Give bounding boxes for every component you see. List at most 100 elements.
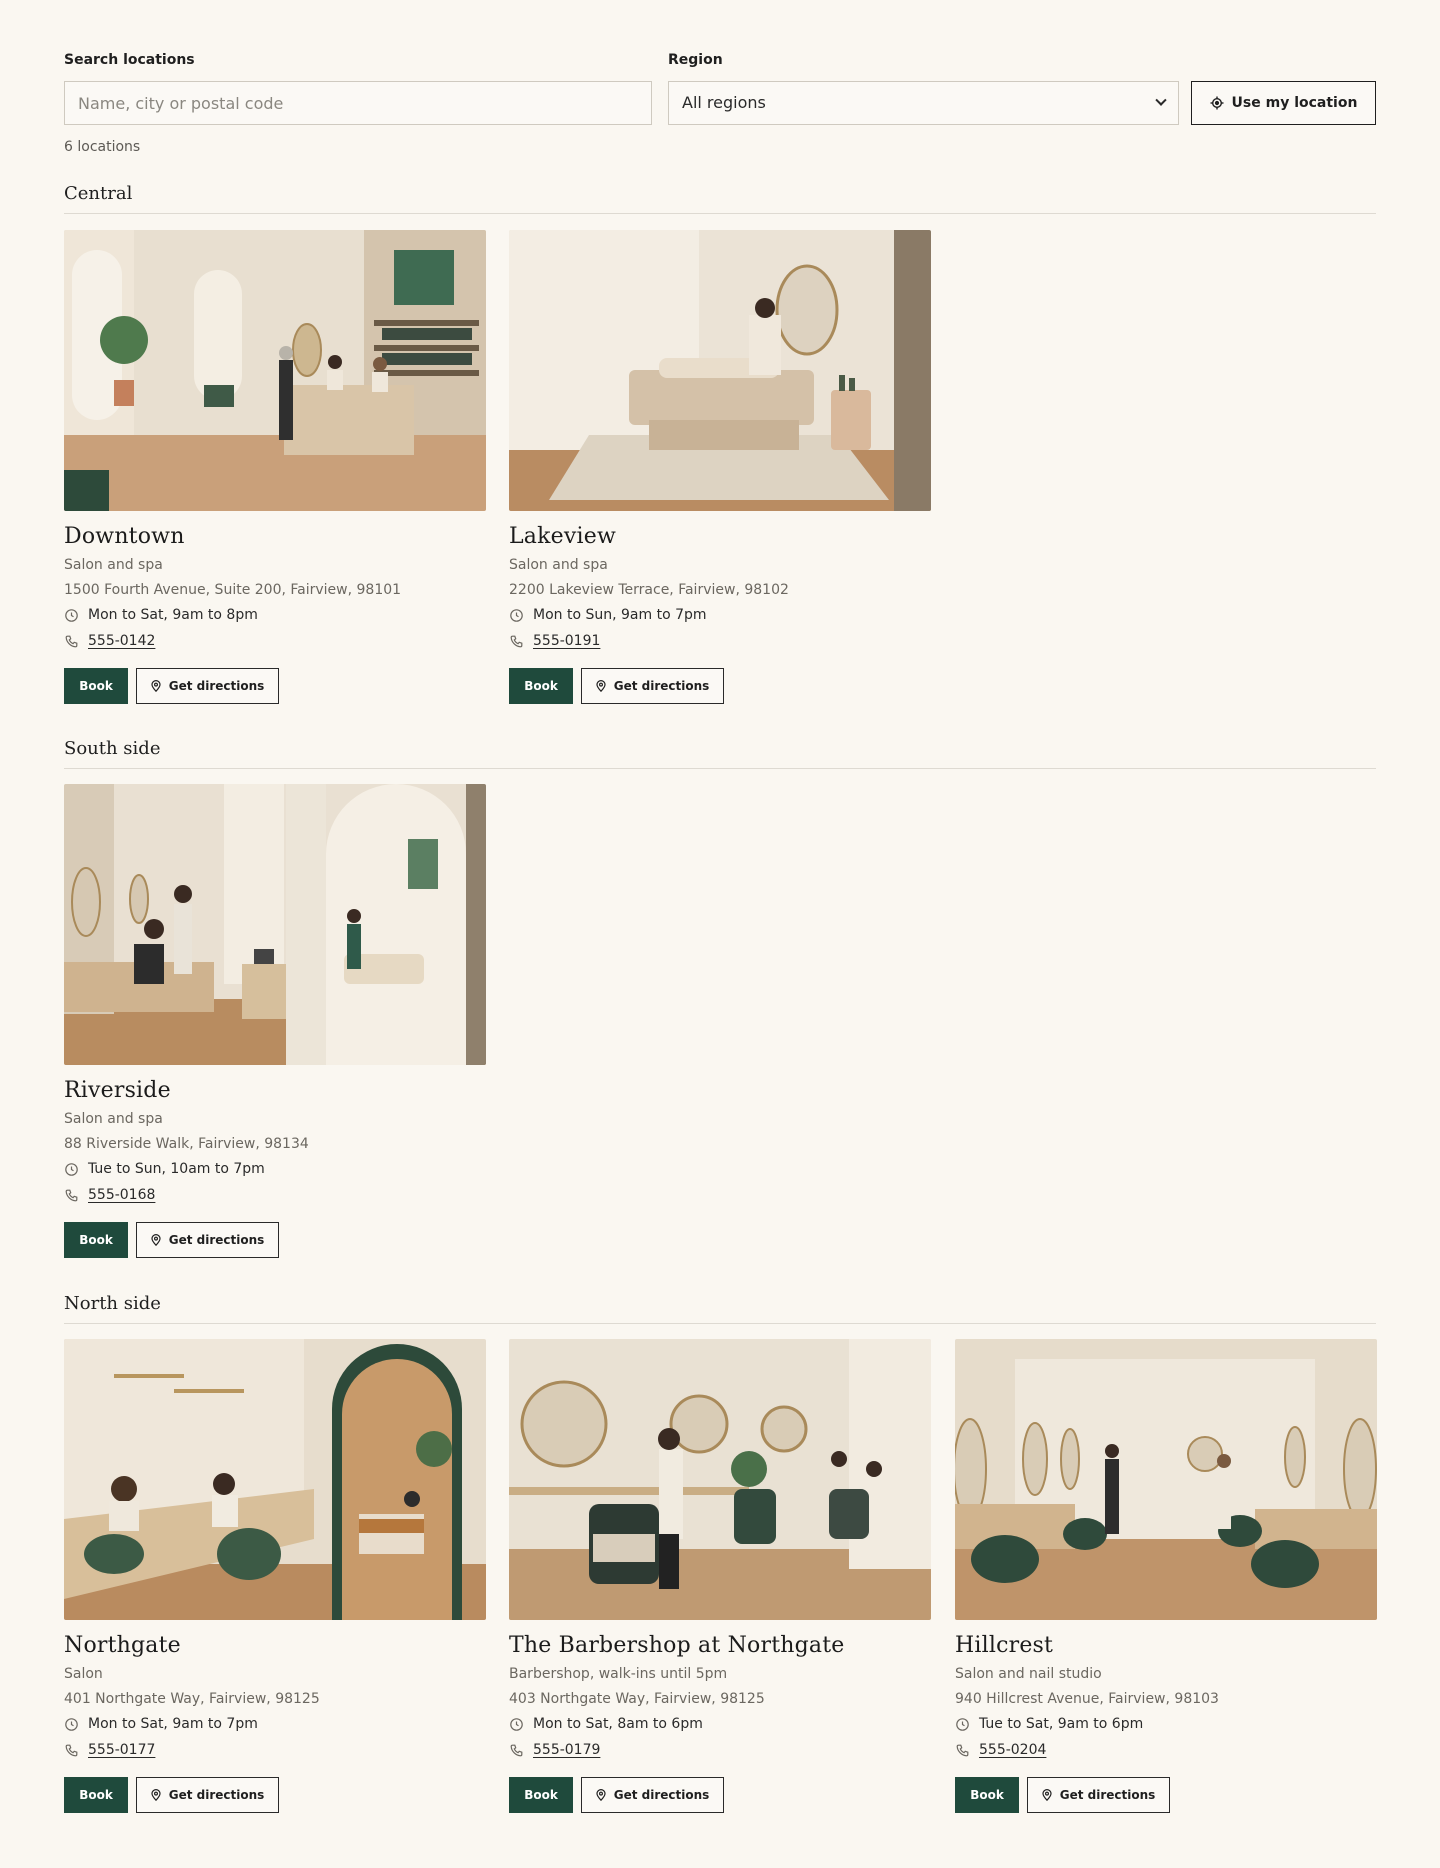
hours-row: Mon to Sat, 9am to 7pm bbox=[64, 1714, 486, 1734]
phone-link[interactable]: 555-0179 bbox=[533, 1740, 600, 1760]
get-directions-label: Get directions bbox=[168, 1788, 265, 1802]
location-hours: Mon to Sat, 9am to 7pm bbox=[88, 1716, 258, 1732]
location-address: 1500 Fourth Avenue, Suite 200, Fairview,… bbox=[64, 582, 402, 598]
book-button[interactable]: Book bbox=[64, 668, 128, 704]
location-type: Salon and spa bbox=[64, 557, 163, 573]
hours-row: Mon to Sat, 8am to 6pm bbox=[509, 1714, 931, 1734]
phone-link[interactable]: 555-0204 bbox=[979, 1740, 1046, 1760]
get-directions-button[interactable]: Get directions bbox=[1027, 1777, 1170, 1813]
location-card: Riverside Salon and spa 88 Riverside Wal… bbox=[64, 784, 486, 1258]
phone-link[interactable]: 555-0177 bbox=[88, 1740, 155, 1760]
book-button[interactable]: Book bbox=[955, 1777, 1019, 1813]
book-button[interactable]: Book bbox=[64, 1222, 128, 1258]
phone-row: 555-0191 bbox=[509, 631, 931, 651]
section-title-central: Central bbox=[64, 183, 1376, 214]
use-my-location-label: Use my location bbox=[1231, 95, 1358, 111]
get-directions-label: Get directions bbox=[1059, 1788, 1156, 1802]
card-actions: Book Get directions bbox=[955, 1777, 1377, 1813]
location-name: Hillcrest bbox=[955, 1633, 1054, 1658]
phone-icon bbox=[955, 1743, 970, 1758]
region-value: All regions bbox=[682, 93, 766, 112]
location-type: Salon bbox=[64, 1666, 103, 1682]
hours-row: Tue to Sun, 10am to 7pm bbox=[64, 1159, 486, 1179]
locations-page: Search locations Region All regions Use … bbox=[0, 0, 1440, 1868]
location-name: Riverside bbox=[64, 1078, 171, 1103]
region-label: Region bbox=[668, 52, 723, 68]
chevron-down-icon bbox=[1155, 94, 1167, 106]
hair-salon-photo bbox=[955, 1339, 1377, 1620]
clock-icon bbox=[64, 1162, 79, 1177]
search-input[interactable] bbox=[64, 81, 652, 125]
card-actions: Book Get directions bbox=[509, 668, 931, 704]
map-pin-icon bbox=[1042, 1789, 1052, 1801]
use-my-location-button[interactable]: Use my location bbox=[1191, 81, 1376, 125]
get-directions-label: Get directions bbox=[613, 1788, 710, 1802]
clock-icon bbox=[64, 608, 79, 623]
map-pin-icon bbox=[151, 1789, 161, 1801]
clock-icon bbox=[955, 1717, 970, 1732]
region-select[interactable]: All regions bbox=[668, 81, 1179, 125]
location-name: Lakeview bbox=[509, 524, 616, 549]
hours-row: Tue to Sat, 9am to 6pm bbox=[955, 1714, 1377, 1734]
search-label: Search locations bbox=[64, 52, 195, 68]
phone-icon bbox=[509, 1743, 524, 1758]
card-actions: Book Get directions bbox=[64, 668, 486, 704]
location-card: The Barbershop at Northgate Barbershop, … bbox=[509, 1339, 931, 1813]
get-directions-button[interactable]: Get directions bbox=[136, 1222, 279, 1258]
location-address: 401 Northgate Way, Fairview, 98125 bbox=[64, 1691, 320, 1707]
location-hours: Mon to Sat, 9am to 8pm bbox=[88, 607, 258, 623]
get-directions-label: Get directions bbox=[168, 679, 265, 693]
get-directions-button[interactable]: Get directions bbox=[136, 1777, 279, 1813]
card-actions: Book Get directions bbox=[64, 1777, 486, 1813]
map-pin-icon bbox=[151, 1234, 161, 1246]
results-count: 6 locations bbox=[64, 139, 141, 155]
clock-icon bbox=[509, 608, 524, 623]
map-pin-icon bbox=[596, 1789, 606, 1801]
location-address: 940 Hillcrest Avenue, Fairview, 98103 bbox=[955, 1691, 1219, 1707]
location-card: Hillcrest Salon and nail studio 940 Hill… bbox=[955, 1339, 1377, 1813]
location-type: Salon and spa bbox=[64, 1111, 163, 1127]
book-button[interactable]: Book bbox=[64, 1777, 128, 1813]
filter-bar: Search locations Region All regions Use … bbox=[64, 52, 1376, 126]
get-directions-label: Get directions bbox=[613, 679, 710, 693]
phone-row: 555-0142 bbox=[64, 631, 486, 651]
book-button[interactable]: Book bbox=[509, 1777, 573, 1813]
book-button[interactable]: Book bbox=[509, 668, 573, 704]
location-card: Downtown Salon and spa 1500 Fourth Avenu… bbox=[64, 230, 486, 704]
location-name: Downtown bbox=[64, 524, 185, 549]
location-address: 2200 Lakeview Terrace, Fairview, 98102 bbox=[509, 582, 789, 598]
phone-link[interactable]: 555-0168 bbox=[88, 1185, 155, 1205]
location-hours: Tue to Sun, 10am to 7pm bbox=[88, 1161, 265, 1177]
location-type: Salon and nail studio bbox=[955, 1666, 1102, 1682]
location-type: Barbershop, walk-ins until 5pm bbox=[509, 1666, 728, 1682]
clock-icon bbox=[509, 1717, 524, 1732]
map-pin-icon bbox=[151, 680, 161, 692]
location-name: The Barbershop at Northgate bbox=[509, 1633, 845, 1658]
hours-row: Mon to Sat, 9am to 8pm bbox=[64, 605, 486, 625]
phone-row: 555-0204 bbox=[955, 1740, 1377, 1760]
crosshair-icon bbox=[1210, 96, 1224, 110]
location-card: Lakeview Salon and spa 2200 Lakeview Ter… bbox=[509, 230, 931, 704]
phone-icon bbox=[64, 634, 79, 649]
nail-bar-photo bbox=[64, 1339, 486, 1620]
phone-link[interactable]: 555-0142 bbox=[88, 631, 155, 651]
reception-desk-photo bbox=[64, 230, 486, 511]
phone-icon bbox=[64, 1188, 79, 1203]
phone-row: 555-0177 bbox=[64, 1740, 486, 1760]
section-title-north-side: North side bbox=[64, 1293, 1376, 1324]
get-directions-label: Get directions bbox=[168, 1233, 265, 1247]
location-hours: Tue to Sat, 9am to 6pm bbox=[979, 1716, 1144, 1732]
location-card: Northgate Salon 401 Northgate Way, Fairv… bbox=[64, 1339, 486, 1813]
treatment-room-photo bbox=[509, 230, 931, 511]
section-title-south-side: South side bbox=[64, 738, 1376, 769]
salon-and-massage-photo bbox=[64, 784, 486, 1065]
hours-row: Mon to Sun, 9am to 7pm bbox=[509, 605, 931, 625]
get-directions-button[interactable]: Get directions bbox=[581, 668, 724, 704]
get-directions-button[interactable]: Get directions bbox=[581, 1777, 724, 1813]
phone-icon bbox=[64, 1743, 79, 1758]
location-address: 403 Northgate Way, Fairview, 98125 bbox=[509, 1691, 765, 1707]
location-hours: Mon to Sun, 9am to 7pm bbox=[533, 607, 707, 623]
phone-link[interactable]: 555-0191 bbox=[533, 631, 600, 651]
get-directions-button[interactable]: Get directions bbox=[136, 668, 279, 704]
clock-icon bbox=[64, 1717, 79, 1732]
